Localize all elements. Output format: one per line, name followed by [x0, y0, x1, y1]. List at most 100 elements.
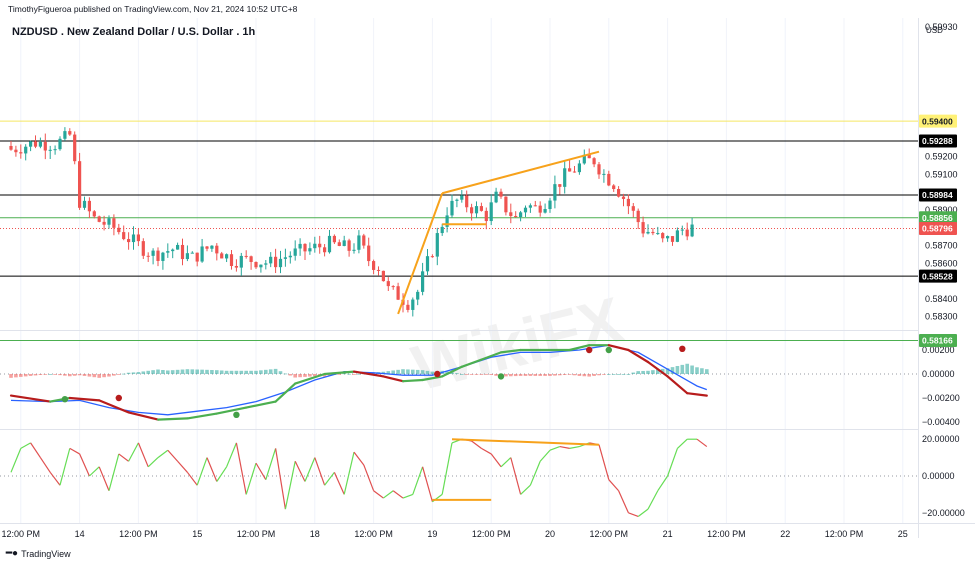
candle-body: [450, 200, 454, 216]
macd-histogram-bar: [455, 373, 459, 374]
macd-histogram-bar: [72, 374, 77, 376]
time-tick: 12:00 PM: [707, 529, 746, 539]
candle-body: [176, 244, 180, 250]
candle-body: [636, 210, 640, 223]
osc-line-segment: [618, 490, 629, 514]
macd-histogram-bar: [121, 373, 126, 375]
candle-body: [254, 261, 258, 268]
macd-histogram-bar: [33, 374, 38, 376]
osc-line-segment: [186, 471, 198, 486]
macd-histogram-bar: [259, 370, 263, 374]
osc-line-segment: [598, 444, 610, 480]
candle-body: [548, 200, 552, 210]
macd-histogram-bar: [406, 369, 410, 374]
macd-histogram-bar: [195, 369, 199, 374]
candle-body: [190, 252, 194, 254]
macd-histogram-bar: [562, 374, 567, 375]
currency-label[interactable]: USD: [926, 26, 943, 35]
grid: [20, 18, 904, 523]
macd-histogram-bar: [219, 370, 224, 374]
macd-histogram-bar: [303, 374, 307, 377]
time-tick: 20: [545, 529, 555, 539]
macd-histogram-bar: [82, 374, 87, 376]
osc-line-segment: [373, 490, 384, 499]
osc-line-segment: [490, 453, 502, 468]
candle-body: [470, 207, 474, 214]
macd-histogram-bar: [23, 374, 28, 377]
macd-histogram-bar: [700, 368, 704, 374]
candle-body: [416, 291, 420, 300]
osc-line-segment: [226, 442, 237, 468]
time-tick: 12:00 PM: [354, 529, 393, 539]
macd-histogram-bar: [587, 374, 591, 377]
candle-body: [43, 141, 47, 151]
macd-histogram-bar: [175, 369, 180, 374]
osc-line-segment: [667, 448, 678, 477]
macd-histogram-bar: [513, 374, 518, 377]
cross-marker: [61, 396, 69, 403]
osc-line-segment: [98, 466, 110, 491]
osc-line-segment: [137, 442, 149, 468]
signal-line-segment: [401, 378, 424, 383]
osc-line-segment: [79, 453, 90, 477]
tradingview-logo[interactable]: ━● TradingView: [6, 548, 71, 559]
macd-histogram-bar: [611, 374, 616, 375]
macd-histogram-bar: [646, 370, 650, 374]
candle-body: [337, 242, 341, 246]
time-tick: 21: [663, 529, 673, 539]
macd-histogram-bar: [337, 374, 342, 375]
candle-body: [509, 212, 513, 216]
osc-line-segment: [196, 457, 208, 486]
candle-body: [617, 189, 621, 197]
candle-body: [9, 145, 13, 150]
candle-body: [73, 134, 77, 162]
candle-body: [568, 168, 572, 172]
time-tick: 14: [75, 529, 85, 539]
macd-histogram-bar: [469, 374, 474, 375]
macd-histogram-bar: [141, 371, 146, 374]
candle-body: [127, 239, 131, 243]
macd-histogram-bar: [415, 369, 420, 374]
candle-body: [411, 299, 415, 310]
candle-body: [278, 258, 283, 268]
price-tick: 0.58300: [925, 312, 958, 322]
candle-body: [602, 173, 606, 175]
macd-histogram-bar: [97, 374, 101, 378]
time-axis[interactable]: 12:00 PM 14 12:00 PM 15 12:00 PM 18 12:00 PM 19…: [2, 529, 908, 539]
macd-histogram-bar: [156, 369, 160, 374]
candle-body: [131, 234, 136, 243]
price-tick: 0.58400: [925, 294, 958, 304]
osc-line-segment: [353, 451, 365, 466]
osc-line-segment: [88, 466, 100, 477]
osc-line-segment: [481, 447, 492, 455]
candle-body: [239, 255, 243, 268]
candle-body: [259, 264, 263, 268]
osc-line-segment: [324, 471, 335, 486]
time-tick: 15: [192, 529, 202, 539]
macd-histogram-bar: [391, 370, 395, 374]
osc-line-segment: [49, 471, 61, 486]
symbol-title[interactable]: NZDUSD . New Zealand Dollar / U.S. Dolla…: [12, 26, 255, 38]
cross-marker: [115, 394, 123, 402]
candle-body: [553, 184, 557, 201]
candle-body: [440, 226, 444, 234]
osc-line-segment: [265, 448, 277, 480]
level-badge-label: 0.59400: [922, 116, 953, 126]
osc-line-segment: [696, 438, 708, 448]
candle-body: [376, 269, 381, 271]
candle-body: [572, 171, 577, 173]
macd-histogram-bar: [533, 374, 538, 376]
candle-body: [690, 224, 694, 237]
signal-line-segment: [686, 392, 708, 397]
signal-line-segment: [274, 382, 297, 403]
level-badge-label: 0.59288: [922, 136, 953, 146]
macd-histogram-bar: [651, 370, 655, 374]
tradingview-logo-icon: ━●: [6, 548, 19, 559]
candle-body: [347, 240, 351, 251]
macd-histogram-bar: [170, 370, 175, 374]
macd-histogram-bar: [548, 374, 552, 376]
macd-histogram-bar: [352, 374, 356, 375]
candle-body: [14, 149, 18, 153]
time-tick: 12:00 PM: [237, 529, 276, 539]
osc-line-segment: [647, 490, 659, 510]
